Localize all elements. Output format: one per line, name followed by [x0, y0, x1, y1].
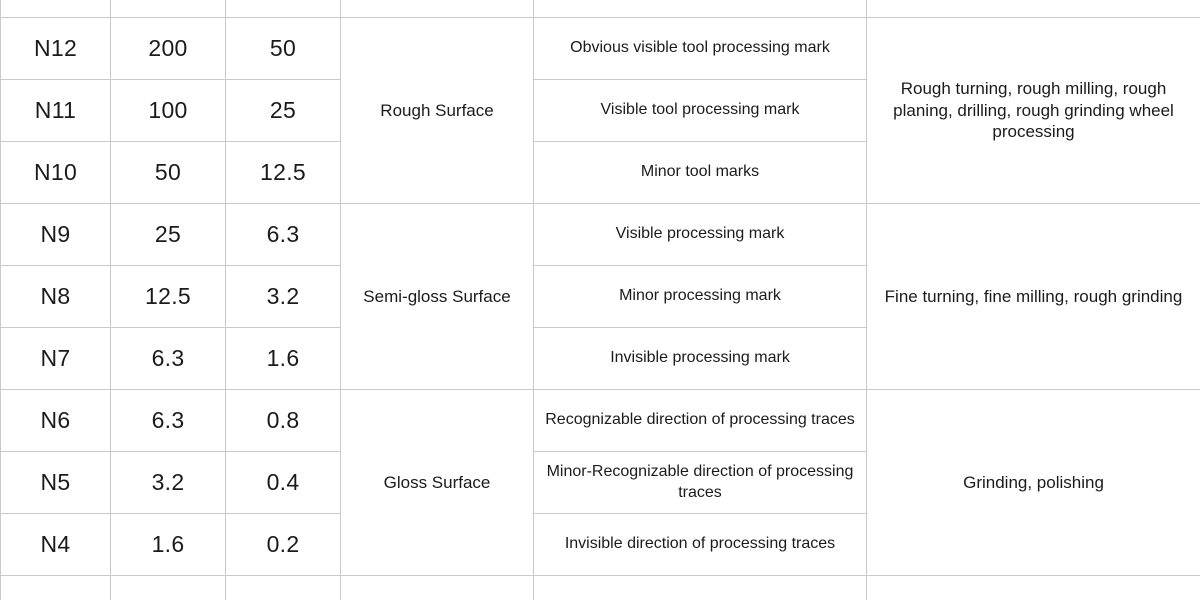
cell-ra: 3.2 — [225, 265, 341, 328]
cell-feel: Minor processing mark — [533, 265, 867, 328]
cell-grade — [0, 575, 111, 600]
cell-surface-group: Gloss Surface — [340, 389, 534, 576]
cell-ra: 12.5 — [225, 141, 341, 204]
column-header-rz: Rz — [110, 0, 226, 18]
cell-surface-group: Rough Surface — [340, 17, 534, 204]
table-row: N12 200 50 Rough Surface Obvious visible… — [0, 17, 1200, 204]
cell-feel: Visible processing mark — [533, 203, 867, 266]
cell-feel: Visible tool processing mark — [533, 79, 867, 142]
cell-method-group: Rough turning, rough milling, rough plan… — [866, 17, 1200, 204]
table-row: N9 25 6.3 Semi-gloss Surface Visible pro… — [0, 203, 1200, 390]
cell-rz: 6.3 — [110, 327, 226, 390]
column-header-surface: Surface — [340, 0, 534, 18]
cell-ra: 0.8 — [225, 389, 341, 452]
cell-method-group: Grinding, polishing — [866, 389, 1200, 576]
cell-feel: Invisible direction of processing traces — [533, 513, 867, 576]
header-row: ISO Grade Rz Ra Surface Surface Appearan… — [0, 0, 1200, 18]
cell-feel: Minor-Recognizable direction of processi… — [533, 451, 867, 514]
cell-grade: N4 — [0, 513, 111, 576]
table-row-partial — [0, 575, 1200, 600]
cell-ra: 50 — [225, 17, 341, 80]
cell-rz: 25 — [110, 203, 226, 266]
table-row: N6 6.3 0.8 Gloss Surface Recognizable di… — [0, 389, 1200, 576]
cell-ra: 6.3 — [225, 203, 341, 266]
cell-surface-group — [340, 575, 534, 600]
cell-feel: Obvious visible tool processing mark — [533, 17, 867, 80]
cell-feel: Recognizable direction of processing tra… — [533, 389, 867, 452]
table-header: ISO Grade Rz Ra Surface Surface Appearan… — [0, 0, 1200, 18]
cell-grade: N9 — [0, 203, 111, 266]
cell-rz — [110, 575, 226, 600]
column-header-feel: Surface Appearance / Feel — [533, 0, 867, 18]
cell-grade: N12 — [0, 17, 111, 80]
cell-rz: 12.5 — [110, 265, 226, 328]
cell-grade: N11 — [0, 79, 111, 142]
cell-method-group: Fine turning, fine milling, rough grindi… — [866, 203, 1200, 390]
cell-ra: 1.6 — [225, 327, 341, 390]
column-header-method: Surface Treatments — [866, 0, 1200, 18]
column-header-ra: Ra — [225, 0, 341, 18]
column-header-grade: ISO Grade — [0, 0, 111, 18]
cell-grade: N6 — [0, 389, 111, 452]
table-sheet: ISO Grade Rz Ra Surface Surface Appearan… — [0, 0, 1200, 600]
cell-feel — [533, 575, 867, 600]
cell-feel: Minor tool marks — [533, 141, 867, 204]
cell-surface-group: Semi-gloss Surface — [340, 203, 534, 390]
cell-ra: 0.2 — [225, 513, 341, 576]
cell-ra: 25 — [225, 79, 341, 142]
surface-roughness-table: ISO Grade Rz Ra Surface Surface Appearan… — [0, 0, 1200, 600]
cell-ra — [225, 575, 341, 600]
cell-grade: N10 — [0, 141, 111, 204]
cell-rz: 3.2 — [110, 451, 226, 514]
cell-rz: 1.6 — [110, 513, 226, 576]
cell-grade: N8 — [0, 265, 111, 328]
cell-rz: 50 — [110, 141, 226, 204]
cell-grade: N5 — [0, 451, 111, 514]
cell-grade: N7 — [0, 327, 111, 390]
cell-method-group — [866, 575, 1200, 600]
table-viewport: ISO Grade Rz Ra Surface Surface Appearan… — [0, 0, 1200, 600]
table-body: N12 200 50 Rough Surface Obvious visible… — [0, 17, 1200, 600]
cell-ra: 0.4 — [225, 451, 341, 514]
cell-rz: 6.3 — [110, 389, 226, 452]
cell-feel: Invisible processing mark — [533, 327, 867, 390]
cell-rz: 200 — [110, 17, 226, 80]
cell-rz: 100 — [110, 79, 226, 142]
